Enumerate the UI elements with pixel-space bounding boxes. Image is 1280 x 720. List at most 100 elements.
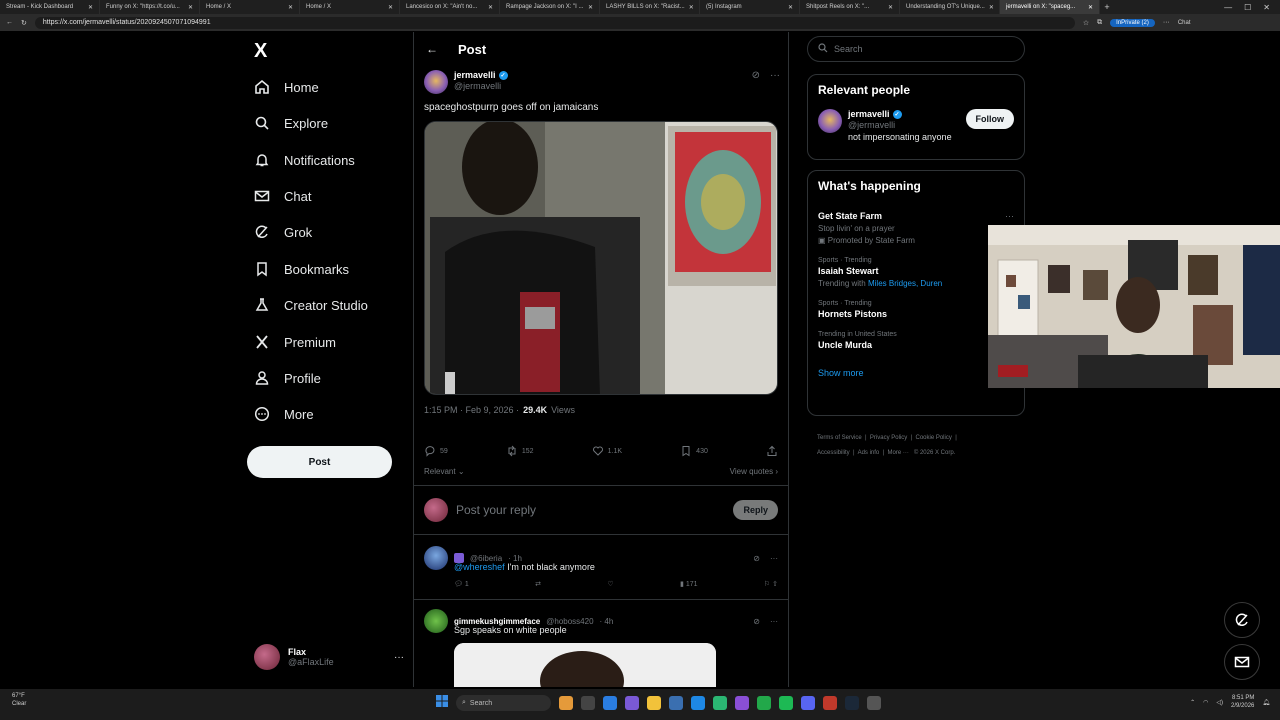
person-name-row[interactable]: jermavelli ✓	[848, 109, 952, 119]
footer-link[interactable]: Accessibility	[817, 450, 850, 456]
avatar[interactable]	[818, 109, 842, 133]
app-icon[interactable]	[823, 696, 837, 710]
copilot-chat-button[interactable]: Chat	[1178, 20, 1191, 26]
trend-item[interactable]: Trending in United States Uncle Murda	[818, 331, 1014, 350]
edge-icon[interactable]	[691, 696, 705, 710]
more-icon[interactable]: ···	[770, 70, 780, 81]
wifi-icon[interactable]: ◠	[1203, 699, 1208, 706]
trend-item[interactable]: Get State Farm Stop livin' on a prayer ▣…	[818, 211, 1014, 245]
messages-floating-button[interactable]	[1224, 644, 1260, 680]
search-input[interactable]: Search	[807, 36, 1025, 62]
app-icon[interactable]	[713, 696, 727, 710]
more-icon[interactable]: ···	[770, 617, 778, 626]
taskbar-search[interactable]: ⌕ Search	[456, 695, 551, 711]
author-handle[interactable]: @jermavelli	[454, 81, 508, 91]
maximize-icon[interactable]: ☐	[1244, 3, 1251, 12]
clock[interactable]: 8:51 PM 2/9/2026	[1231, 694, 1254, 710]
close-icon[interactable]: ✕	[685, 4, 694, 11]
trend-related-link[interactable]: Miles Bridges, Duren	[868, 279, 942, 288]
browser-tab[interactable]: Home / X ✕	[200, 0, 300, 14]
browser-tab[interactable]: LASHY BILLS on X: "Racist... ✕	[600, 0, 700, 14]
reply-button[interactable]: Reply	[733, 500, 778, 520]
sort-dropdown[interactable]: Relevant ⌄	[424, 467, 465, 476]
back-arrow-icon[interactable]: ←	[6, 19, 13, 26]
browser-tab[interactable]: Lancesico on X: "Ain't no... ✕	[400, 0, 500, 14]
bookmark-action[interactable]: 430	[680, 445, 708, 457]
chevron-up-icon[interactable]: ⌃	[1190, 699, 1195, 706]
nav-item-premium[interactable]: Premium	[254, 331, 336, 353]
close-icon[interactable]: ✕	[384, 4, 393, 11]
bookmark-icon[interactable]: ⚐	[764, 581, 770, 588]
view-quotes-link[interactable]: View quotes ›	[730, 467, 778, 476]
new-tab-icon[interactable]: +	[1100, 2, 1114, 12]
star-icon[interactable]: ☆	[1083, 19, 1089, 27]
share-icon[interactable]	[766, 445, 778, 457]
browser-tab[interactable]: Stream - Kick Dashboard ✕	[0, 0, 100, 14]
footer-link[interactable]: Ads info	[858, 450, 880, 456]
spotify-icon[interactable]	[779, 696, 793, 710]
trend-item[interactable]: Sports · Trending Isaiah Stewart Trendin…	[818, 257, 1014, 288]
reply-input[interactable]: Post your reply	[456, 503, 536, 517]
avatar[interactable]	[424, 609, 448, 633]
share-icon[interactable]: ⇧	[772, 581, 778, 588]
reply-action[interactable]: 59	[424, 445, 448, 457]
nav-item-profile[interactable]: Profile	[254, 367, 321, 389]
close-icon[interactable]: ✕	[884, 4, 893, 11]
more-icon[interactable]: ···	[1005, 211, 1014, 221]
nav-item-more[interactable]: More	[254, 403, 314, 425]
nav-item-grok[interactable]: Grok	[254, 221, 312, 243]
avatar[interactable]	[424, 546, 448, 570]
more-icon[interactable]: ···	[394, 652, 404, 663]
file-explorer-icon[interactable]	[647, 696, 661, 710]
browser-tab[interactable]: Funny on X: "https://t.co/u... ✕	[100, 0, 200, 14]
weather-widget[interactable]: 67°F Clear	[12, 692, 26, 708]
account-switcher[interactable]: Flax @aFlaxLife ···	[254, 642, 404, 672]
show-more-link[interactable]: Show more	[818, 368, 1014, 378]
nav-item-explore[interactable]: Explore	[254, 112, 328, 134]
close-icon[interactable]: ✕	[584, 4, 593, 11]
more-icon[interactable]: ···	[770, 554, 778, 563]
reply-media[interactable]	[454, 643, 716, 687]
like-action[interactable]: 1.1K	[592, 445, 622, 457]
close-icon[interactable]: ✕	[985, 4, 994, 11]
avatar[interactable]	[424, 70, 448, 94]
author-name-row[interactable]: jermavelli ✓	[454, 70, 508, 80]
x-logo[interactable]: X	[254, 40, 267, 63]
post-timestamp[interactable]: 1:15 PM · Feb 9, 2026 ·	[424, 405, 519, 415]
mention-link[interactable]: @whereshef	[454, 562, 505, 572]
app-icon[interactable]	[735, 696, 749, 710]
back-arrow-icon[interactable]: ←	[426, 42, 438, 56]
grok-icon[interactable]: ⊘	[753, 554, 760, 563]
views-action[interactable]: ▮ 171	[680, 580, 697, 588]
nav-item-home[interactable]: Home	[254, 76, 319, 98]
menu-dots-icon[interactable]: ···	[1163, 19, 1170, 26]
footer-link[interactable]: Cookie Policy	[916, 435, 952, 441]
post-video[interactable]	[424, 121, 778, 395]
minimize-icon[interactable]: —	[1224, 3, 1232, 12]
footer-link[interactable]: Terms of Service	[817, 435, 862, 441]
post-button[interactable]: Post	[247, 446, 392, 478]
steam-icon[interactable]	[845, 696, 859, 710]
browser-tab[interactable]: (5) Instagram ✕	[700, 0, 800, 14]
person-handle[interactable]: @jermavelli	[848, 120, 952, 130]
close-icon[interactable]: ✕	[1084, 4, 1093, 11]
follow-button[interactable]: Follow	[965, 109, 1014, 129]
browser-tab[interactable]: Rampage Jackson on X: "I ... ✕	[500, 0, 600, 14]
footer-link[interactable]: Privacy Policy	[870, 435, 907, 441]
grok-icon[interactable]: ⊘	[752, 70, 760, 81]
app-icon[interactable]	[669, 696, 683, 710]
extensions-icon[interactable]: ⧉	[1097, 19, 1102, 27]
address-bar[interactable]: https://x.com/jermavelli/status/20209245…	[34, 16, 1075, 29]
grok-icon[interactable]: ⊘	[753, 617, 760, 626]
trend-item[interactable]: Sports · Trending Hornets Pistons	[818, 300, 1014, 319]
grok-floating-button[interactable]	[1224, 602, 1260, 638]
reply-action[interactable]: 💬︎ 1	[454, 580, 469, 588]
notification-bell-icon[interactable]: 🔔︎	[1262, 699, 1270, 706]
browser-tab[interactable]: Understanding OT's Unique... ✕	[900, 0, 1000, 14]
footer-link[interactable]: More ···	[888, 450, 909, 456]
heart-icon[interactable]: ♡	[607, 580, 613, 588]
app-icon[interactable]	[603, 696, 617, 710]
browser-tab[interactable]: Shitpost Reels on X: "... ✕	[800, 0, 900, 14]
close-icon[interactable]: ✕	[484, 4, 493, 11]
close-icon[interactable]: ✕	[284, 4, 293, 11]
